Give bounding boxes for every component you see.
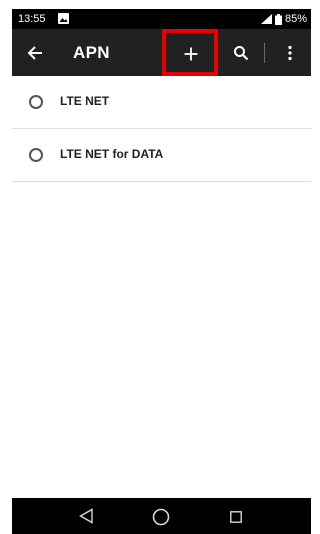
- status-bar: 13:55 85%: [12, 9, 311, 29]
- radio-button[interactable]: [29, 95, 43, 109]
- radio-button[interactable]: [29, 148, 43, 162]
- status-time: 13:55: [18, 13, 46, 25]
- nav-recents-icon[interactable]: [230, 511, 242, 523]
- apn-list-item[interactable]: LTE NET for DATA: [12, 129, 311, 182]
- navigation-bar: [12, 498, 311, 534]
- apn-list-item[interactable]: LTE NET: [12, 76, 311, 129]
- nav-home-icon[interactable]: [152, 508, 170, 526]
- apn-name: LTE NET: [60, 94, 110, 108]
- back-button[interactable]: [20, 38, 50, 68]
- nav-back-icon[interactable]: [78, 508, 94, 524]
- more-options-button[interactable]: [276, 39, 304, 67]
- toolbar: APN: [12, 29, 311, 76]
- status-right-group: 85%: [260, 12, 307, 26]
- search-button[interactable]: [227, 39, 255, 67]
- battery-icon: [274, 13, 282, 25]
- battery-percent: 85%: [284, 13, 307, 25]
- signal-icon: [260, 14, 272, 24]
- search-icon: [234, 46, 249, 61]
- phone-screen: 13:55 85% APN LTE NET LTE NET for DATA: [12, 9, 311, 534]
- apn-name: LTE NET for DATA: [60, 147, 164, 161]
- more-vert-icon: [288, 45, 292, 61]
- toolbar-divider: [264, 43, 265, 63]
- image-notification-icon: [58, 13, 69, 24]
- add-apn-button[interactable]: [165, 32, 217, 75]
- page-title: APN: [73, 43, 110, 62]
- plus-icon: [184, 47, 198, 60]
- arrow-left-icon: [27, 46, 42, 60]
- apn-list: LTE NET LTE NET for DATA: [12, 76, 311, 182]
